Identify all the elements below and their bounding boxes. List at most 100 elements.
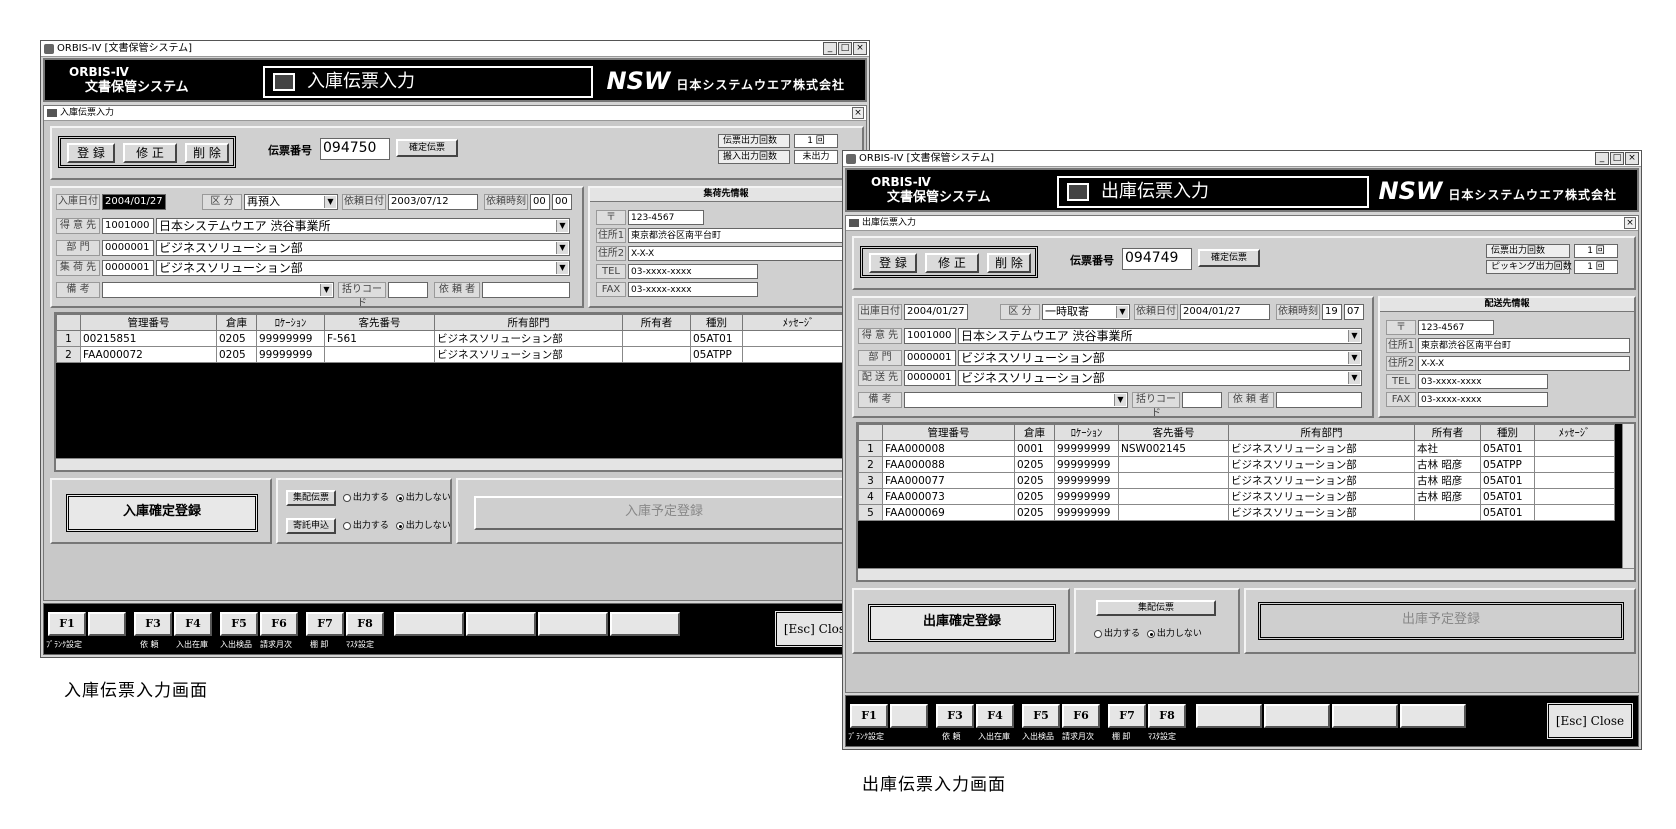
delivery-slip-button[interactable]: 集配伝票 bbox=[1096, 600, 1216, 616]
f10-key[interactable] bbox=[1264, 704, 1330, 728]
chevron-down-icon[interactable]: ▼ bbox=[1348, 352, 1360, 364]
f9-key[interactable] bbox=[394, 612, 464, 636]
close-icon[interactable]: × bbox=[1624, 217, 1636, 229]
minimize-icon[interactable]: _ bbox=[1595, 152, 1609, 165]
customer-code-field[interactable]: 1001000 bbox=[102, 218, 154, 234]
f6-key[interactable]: F6 bbox=[260, 612, 298, 636]
radio-output-yes[interactable] bbox=[342, 521, 351, 530]
inbound-plan-button[interactable]: 入庫予定登録 bbox=[474, 496, 854, 530]
dept-select[interactable]: ビジネスソリューション部 ▼ bbox=[156, 240, 570, 256]
table-row[interactable]: 5 FAA000069 0205 99999999 ビジネスソリューション部 05AT01 bbox=[858, 504, 1615, 521]
close-icon[interactable]: × bbox=[852, 107, 864, 119]
close-icon[interactable]: × bbox=[853, 42, 867, 55]
request-hour-field[interactable]: 00 bbox=[530, 194, 550, 210]
chevron-down-icon[interactable]: ▼ bbox=[1116, 306, 1128, 318]
f5-key[interactable]: F5 bbox=[220, 612, 258, 636]
addr1-field[interactable]: 東京都渋谷区南平台町 bbox=[1418, 338, 1630, 353]
chevron-down-icon[interactable]: ▼ bbox=[556, 262, 568, 274]
radio-output-no[interactable] bbox=[395, 493, 404, 502]
note-select[interactable]: ▼ bbox=[102, 282, 334, 298]
table-row[interactable]: 1 FAA000008 0001 99999999 NSW002145 ビジネスソリューシ… bbox=[858, 440, 1615, 457]
f10-key[interactable] bbox=[466, 612, 536, 636]
table-row[interactable]: 1 00215851 0205 99999999 F-561 ビジネスソリューション部 05… bbox=[56, 330, 855, 347]
maximize-icon[interactable]: □ bbox=[838, 42, 852, 55]
outbound-plan-button[interactable]: 出庫予定登録 bbox=[1258, 602, 1624, 640]
slip-number-field[interactable]: 094750 bbox=[320, 138, 390, 160]
request-minute-field[interactable]: 07 bbox=[1344, 304, 1364, 320]
kubun-select[interactable]: 再預入 ▼ bbox=[244, 194, 338, 210]
addr2-field[interactable]: X-X-X bbox=[628, 246, 860, 261]
f9-key[interactable] bbox=[1196, 704, 1262, 728]
radio-output-no[interactable] bbox=[395, 521, 404, 530]
delivery-code-field[interactable]: 0000001 bbox=[904, 370, 956, 386]
delivery-slip-button[interactable]: 集配伝票 bbox=[286, 490, 336, 506]
f12-key[interactable] bbox=[610, 612, 680, 636]
pickup-code-field[interactable]: 0000001 bbox=[102, 260, 154, 276]
date-field[interactable]: 2004/01/27 bbox=[904, 304, 968, 320]
date-field[interactable]: 2004/01/27 bbox=[102, 194, 166, 210]
outbound-confirm-button[interactable]: 出庫確定登録 bbox=[868, 604, 1056, 642]
chevron-down-icon[interactable]: ▼ bbox=[556, 220, 568, 232]
f4-key[interactable]: F4 bbox=[976, 704, 1014, 728]
barcode-field[interactable] bbox=[1182, 392, 1222, 408]
f6-key[interactable]: F6 bbox=[1062, 704, 1100, 728]
modify-button[interactable]: 修 正 bbox=[123, 143, 177, 163]
inbound-confirm-button[interactable]: 入庫確定登録 bbox=[66, 494, 258, 532]
table-row[interactable]: 4 FAA000073 0205 99999999 ビジネスソリューション部 古林 昭彦 0… bbox=[858, 488, 1615, 505]
f5-key[interactable]: F5 bbox=[1022, 704, 1060, 728]
pickup-select[interactable]: ビジネスソリューション部 ▼ bbox=[156, 260, 570, 276]
request-minute-field[interactable]: 00 bbox=[552, 194, 572, 210]
customer-code-field[interactable]: 1001000 bbox=[904, 328, 956, 344]
deposit-application-button[interactable]: 寄託申込 bbox=[286, 518, 336, 534]
barcode-field[interactable] bbox=[388, 282, 428, 298]
chevron-down-icon[interactable]: ▼ bbox=[320, 284, 332, 296]
delete-button[interactable]: 削 除 bbox=[987, 253, 1031, 273]
table-row[interactable]: 2 FAA000088 0205 99999999 ビジネスソリューション部 古林 昭彦 0… bbox=[858, 456, 1615, 473]
f12-key[interactable] bbox=[1400, 704, 1466, 728]
customer-select[interactable]: 日本システムウエア 渋谷事業所 ▼ bbox=[156, 218, 570, 234]
confirmed-slip-button[interactable]: 確定伝票 bbox=[396, 139, 458, 157]
zip-field[interactable]: 123-4567 bbox=[628, 210, 704, 225]
f2-key[interactable] bbox=[890, 704, 928, 728]
tel-field[interactable]: 03-xxxx-xxxx bbox=[628, 264, 758, 279]
request-hour-field[interactable]: 19 bbox=[1322, 304, 1342, 320]
f7-key[interactable]: F7 bbox=[1108, 704, 1146, 728]
fax-field[interactable]: 03-xxxx-xxxx bbox=[628, 282, 758, 297]
dept-code-field[interactable]: 0000001 bbox=[102, 240, 154, 256]
chevron-down-icon[interactable]: ▼ bbox=[1114, 394, 1126, 406]
horizontal-scrollbar[interactable] bbox=[858, 568, 1634, 580]
dept-code-field[interactable]: 0000001 bbox=[904, 350, 956, 366]
slip-number-field[interactable]: 094749 bbox=[1122, 248, 1192, 270]
minimize-icon[interactable]: _ bbox=[823, 42, 837, 55]
note-select[interactable]: ▼ bbox=[904, 392, 1128, 408]
confirmed-slip-button[interactable]: 確定伝票 bbox=[1198, 249, 1260, 267]
requester-field[interactable] bbox=[1276, 392, 1362, 408]
dept-select[interactable]: ビジネスソリューション部 ▼ bbox=[958, 350, 1362, 366]
chevron-down-icon[interactable]: ▼ bbox=[1348, 372, 1360, 384]
f3-key[interactable]: F3 bbox=[134, 612, 172, 636]
register-button[interactable]: 登 録 bbox=[869, 253, 917, 273]
modify-button[interactable]: 修 正 bbox=[925, 253, 979, 273]
f7-key[interactable]: F7 bbox=[306, 612, 344, 636]
chevron-down-icon[interactable]: ▼ bbox=[1348, 330, 1360, 342]
chevron-down-icon[interactable]: ▼ bbox=[556, 242, 568, 254]
close-icon[interactable]: × bbox=[1625, 152, 1639, 165]
addr2-field[interactable]: X-X-X bbox=[1418, 356, 1630, 371]
radio-output-yes[interactable] bbox=[1094, 629, 1102, 638]
delivery-select[interactable]: ビジネスソリューション部 ▼ bbox=[958, 370, 1362, 386]
request-date-field[interactable]: 2003/07/12 bbox=[388, 194, 478, 210]
f2-key[interactable] bbox=[88, 612, 126, 636]
table-row[interactable]: 3 FAA000077 0205 99999999 ビジネスソリューション部 古林 昭彦 0… bbox=[858, 472, 1615, 489]
kubun-select[interactable]: 一時取寄 ▼ bbox=[1042, 304, 1130, 320]
maximize-icon[interactable]: □ bbox=[1610, 152, 1624, 165]
request-date-field[interactable]: 2004/01/27 bbox=[1180, 304, 1270, 320]
f1-key[interactable]: F1 bbox=[48, 612, 86, 636]
delete-button[interactable]: 削 除 bbox=[185, 143, 229, 163]
esc-close-button[interactable]: [Esc] Close bbox=[1546, 702, 1634, 740]
f4-key[interactable]: F4 bbox=[174, 612, 212, 636]
register-button[interactable]: 登 録 bbox=[67, 143, 115, 163]
requester-field[interactable] bbox=[482, 282, 570, 298]
table-row[interactable]: 2 FAA000072 0205 99999999 ビジネスソリューション部 05ATPP bbox=[56, 346, 855, 363]
customer-select[interactable]: 日本システムウエア 渋谷事業所 ▼ bbox=[958, 328, 1362, 344]
f11-key[interactable] bbox=[538, 612, 608, 636]
